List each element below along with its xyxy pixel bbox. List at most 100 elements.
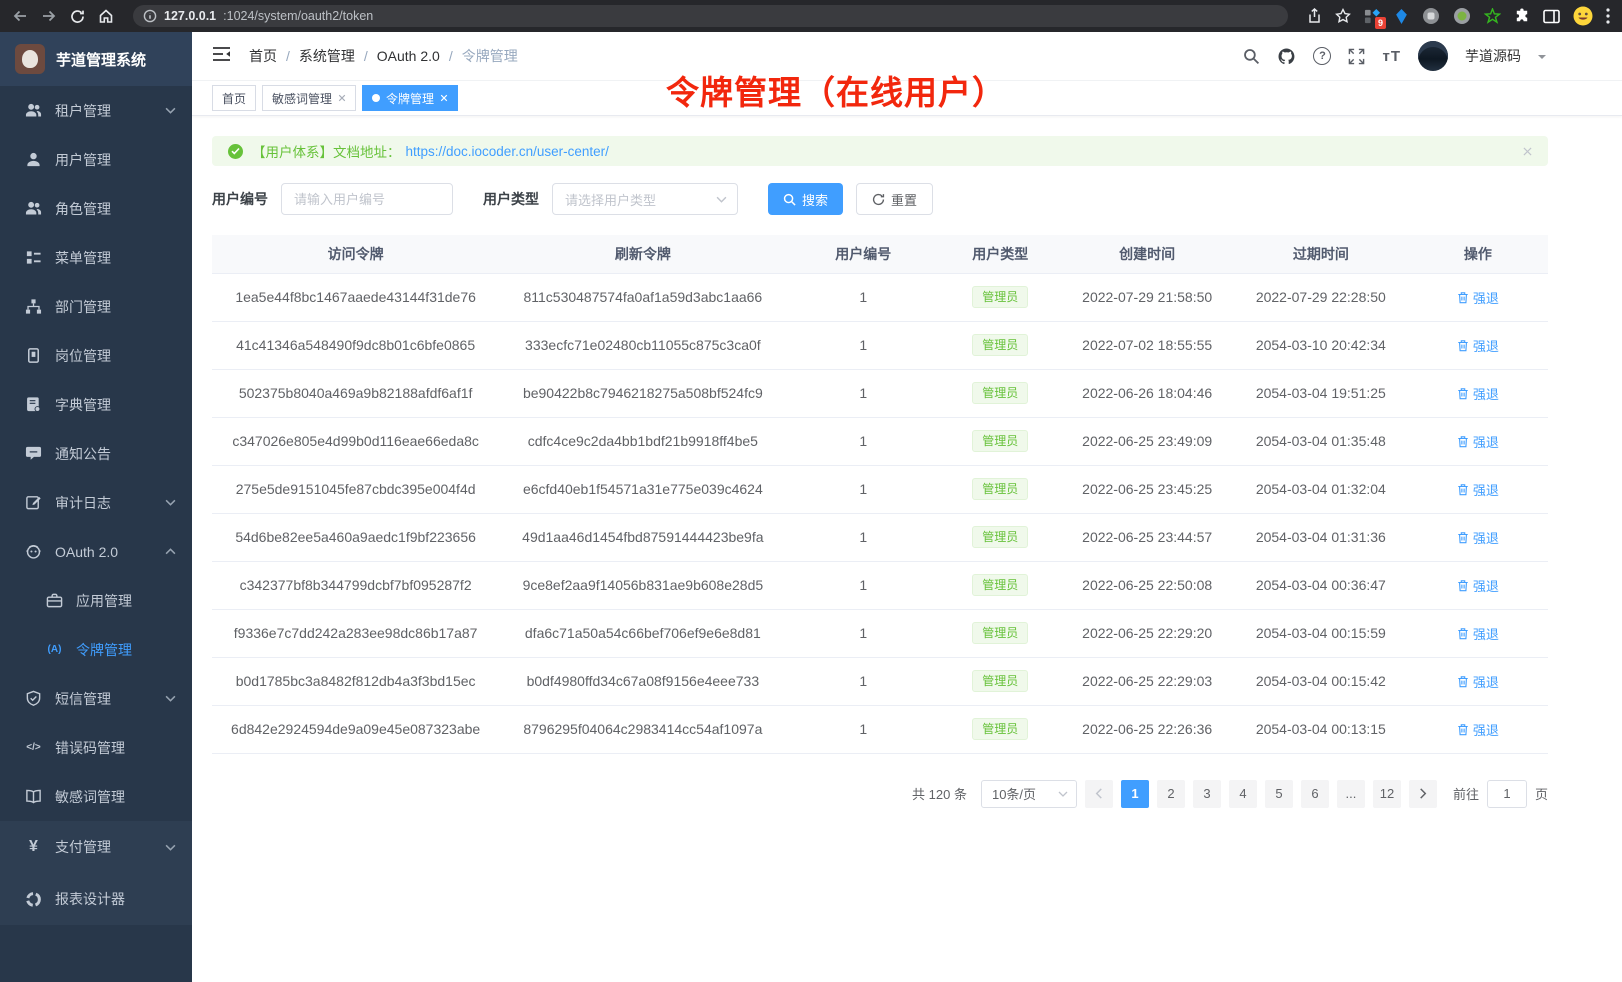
sidebar-item-role[interactable]: 角色管理 [0,184,192,233]
search-button[interactable]: 搜索 [768,183,843,215]
page-button[interactable]: 12 [1373,780,1401,808]
page-button[interactable]: 6 [1301,780,1329,808]
back-icon[interactable] [12,8,28,24]
breadcrumb-item[interactable]: 首页 [249,46,277,66]
help-icon[interactable]: ? [1313,47,1331,65]
tab-sensitive-word[interactable]: 敏感词管理 [262,85,356,111]
force-logout-button[interactable]: 强退 [1457,336,1499,355]
reset-button[interactable]: 重置 [856,183,933,215]
access-token-cell: 6d842e2924594de9a09e45e087323abe [212,705,499,753]
page-button[interactable]: 3 [1193,780,1221,808]
close-icon[interactable] [440,94,448,102]
search-icon[interactable] [1243,48,1260,65]
breadcrumb-item[interactable]: OAuth 2.0 [377,48,440,64]
doc-link[interactable]: https://doc.iocoder.cn/user-center/ [406,144,609,159]
url-bar[interactable]: 127.0.0.1:1024/system/oauth2/token [133,5,1288,27]
github-icon[interactable] [1277,47,1296,66]
briefcase-icon [46,592,63,609]
force-logout-button[interactable]: 强退 [1457,576,1499,595]
sidebar-item-report-designer[interactable]: 报表设计器 [0,873,192,925]
forward-icon[interactable] [41,8,57,24]
user-type-cell: 管理员 [940,705,1060,753]
site-info-icon[interactable] [143,9,157,23]
goto-page-input[interactable] [1487,780,1527,808]
sidebar-item-label: 菜单管理 [55,248,176,268]
sidebar-item-dept[interactable]: 部门管理 [0,282,192,331]
force-logout-button[interactable]: 强退 [1457,672,1499,691]
tab-home[interactable]: 首页 [212,85,256,111]
force-logout-button[interactable]: 强退 [1457,480,1499,499]
access-token-cell: b0d1785bc3a8482f812db4a3f3bd15ec [212,657,499,705]
user-avatar[interactable] [1418,41,1448,71]
profile-avatar[interactable] [1573,6,1593,26]
share-icon[interactable] [1307,8,1322,24]
help-glyph: ? [1319,50,1326,62]
sidebar-item-oauth[interactable]: OAuth 2.0 [0,527,192,576]
breadcrumb-item[interactable]: 系统管理 [299,46,355,66]
prev-page-button[interactable] [1085,780,1113,808]
user-type-cell: 管理员 [940,369,1060,417]
force-logout-button[interactable]: 强退 [1457,720,1499,739]
sidebar-item-dict[interactable]: 字典管理 [0,380,192,429]
home-icon[interactable] [98,8,114,24]
app-shell: 芋道管理系统 租户管理 用户管理 角色管理 菜单管理 部门管理 [0,32,1622,982]
sidebar-item-sensitive-word[interactable]: 敏感词管理 [0,772,192,821]
dictionary-icon [25,396,42,413]
caret-down-icon[interactable] [1538,55,1546,63]
extension-icon-green-star[interactable] [1484,8,1501,25]
force-logout-button[interactable]: 强退 [1457,384,1499,403]
page-button[interactable]: ... [1337,780,1365,808]
alert-close-icon[interactable] [1523,147,1532,156]
sidebar-item-oauth-token[interactable]: (A) 令牌管理 [0,625,192,674]
extension-icon-diamond[interactable] [1394,9,1409,24]
sidebar-item-sms[interactable]: 短信管理 [0,674,192,723]
bookmark-star-icon[interactable] [1335,8,1351,24]
force-logout-button[interactable]: 强退 [1457,288,1499,307]
extensions-puzzle-icon[interactable] [1514,8,1530,24]
force-logout-button[interactable]: 强退 [1457,432,1499,451]
fullscreen-icon[interactable] [1348,48,1365,65]
sidebar-item-tenant[interactable]: 租户管理 [0,86,192,135]
next-page-button[interactable] [1409,780,1437,808]
app-logo[interactable]: 芋道管理系统 [0,32,192,86]
force-logout-button[interactable]: 强退 [1457,624,1499,643]
user-id-input[interactable] [281,183,453,215]
side-panel-icon[interactable] [1543,9,1560,24]
expire-time-cell: 2054-03-04 01:32:04 [1234,465,1408,513]
page-button[interactable]: 2 [1157,780,1185,808]
extension-icon-session[interactable] [1422,7,1440,25]
access-token-cell: 502375b8040a469a9b82188afdf6af1f [212,369,499,417]
reset-button-label: 重置 [891,190,917,209]
sidebar-item-pay[interactable]: ¥ 支付管理 [0,821,192,873]
extension-icon-blocks[interactable]: 9 [1364,8,1381,25]
sidebar-item-notice[interactable]: 通知公告 [0,429,192,478]
page-button[interactable]: 4 [1229,780,1257,808]
user-type-select[interactable]: 请选择用户类型 [552,183,738,215]
sidebar-item-audit[interactable]: 审计日志 [0,478,192,527]
force-logout-button[interactable]: 强退 [1457,528,1499,547]
collapse-sidebar-icon[interactable] [212,46,231,67]
sidebar-item-post[interactable]: 岗位管理 [0,331,192,380]
sidebar-item-label: 角色管理 [55,199,176,219]
user-id-cell: 1 [786,417,940,465]
reload-icon[interactable] [70,9,85,24]
page-button-current[interactable]: 1 [1121,780,1149,808]
extension-icon-recorder[interactable] [1453,7,1471,25]
username[interactable]: 芋道源码 [1465,46,1521,66]
page-size-select[interactable]: 10条/页 [981,780,1077,808]
browser-actions: 9 [1307,6,1610,26]
sidebar-item-oauth-app[interactable]: 应用管理 [0,576,192,625]
browser-menu-icon[interactable] [1606,8,1610,24]
token-icon: (A) [46,644,63,655]
sidebar-item-menu[interactable]: 菜单管理 [0,233,192,282]
created-time-cell: 2022-06-25 23:49:09 [1060,417,1234,465]
tab-token-management[interactable]: 令牌管理 [362,85,458,111]
user-icon [25,151,42,168]
sidebar-item-errorcode[interactable]: </> 错误码管理 [0,723,192,772]
font-size-icon[interactable]: тT [1382,48,1401,65]
close-icon[interactable] [338,94,346,102]
page-button[interactable]: 5 [1265,780,1293,808]
sidebar-item-user[interactable]: 用户管理 [0,135,192,184]
topbar: 首页 / 系统管理 / OAuth 2.0 / 令牌管理 ? тT 芋道源码 [192,32,1622,81]
tab-label: 敏感词管理 [272,90,332,107]
